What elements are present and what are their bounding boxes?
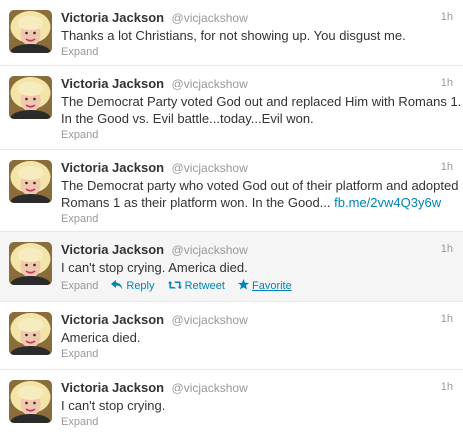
tweet-url-link[interactable]: fb.me/2vw4Q3y6w xyxy=(334,195,441,210)
tweet-text-line-with-link: Romans 1 as their platform won. In the G… xyxy=(61,194,453,211)
tweet-author-handle[interactable]: @vicjackshow xyxy=(172,381,248,395)
favorite-button[interactable]: Favorite xyxy=(237,279,292,292)
tweet-author-name[interactable]: Victoria Jackson xyxy=(61,10,164,25)
tweet-text-line: The Democrat Party voted God out and rep… xyxy=(61,94,462,109)
tweet-text-line: I can't stop crying. America died. xyxy=(61,260,248,275)
tweet[interactable]: Victoria Jackson @vicjackshow 1h America… xyxy=(0,302,463,370)
star-icon xyxy=(237,279,249,290)
tweet[interactable]: Victoria Jackson @vicjackshow 1h The Dem… xyxy=(0,150,463,232)
tweet-text-fragment: Romans 1 as their platform won. In the G… xyxy=(61,195,331,210)
expand-link[interactable]: Expand xyxy=(61,129,98,141)
tweet[interactable]: Victoria Jackson @vicjackshow 1h I can't… xyxy=(0,370,463,434)
tweet-text-line: America died. xyxy=(61,330,141,345)
avatar[interactable] xyxy=(9,10,52,53)
tweet-text-line: I can't stop crying. xyxy=(61,398,166,413)
tweet-timestamp[interactable]: 1h xyxy=(441,75,453,92)
retweet-icon xyxy=(167,281,182,289)
expand-link[interactable]: Expand xyxy=(61,348,98,360)
tweet-author-name[interactable]: Victoria Jackson xyxy=(61,160,164,175)
tweet-author-handle[interactable]: @vicjackshow xyxy=(172,243,248,257)
tweet-text-line: In the Good vs. Evil battle...today...Ev… xyxy=(61,111,314,126)
tweet-timestamp[interactable]: 1h xyxy=(441,159,453,176)
tweet-text-line: Thanks a lot Christians, for not showing… xyxy=(61,28,406,43)
tweet-timeline: Victoria Jackson @vicjackshow 1h Thanks … xyxy=(0,0,463,434)
avatar[interactable] xyxy=(9,242,52,285)
avatar[interactable] xyxy=(9,312,52,355)
expand-link[interactable]: Expand xyxy=(61,213,98,225)
expand-link[interactable]: Expand xyxy=(61,416,98,428)
tweet-author-name[interactable]: Victoria Jackson xyxy=(61,380,164,395)
tweet-author-name[interactable]: Victoria Jackson xyxy=(61,76,164,91)
tweet-text: I can't stop crying. xyxy=(61,397,453,414)
reply-arrow-icon xyxy=(111,280,123,290)
avatar[interactable] xyxy=(9,160,52,203)
tweet-author-name[interactable]: Victoria Jackson xyxy=(61,312,164,327)
tweet-text: Thanks a lot Christians, for not showing… xyxy=(61,27,453,44)
tweet-author-handle[interactable]: @vicjackshow xyxy=(172,11,248,25)
tweet-text: The Democrat party who voted God out of … xyxy=(61,177,459,211)
tweet-author-handle[interactable]: @vicjackshow xyxy=(172,77,248,91)
tweet-author-handle[interactable]: @vicjackshow xyxy=(172,161,248,175)
avatar[interactable] xyxy=(9,380,52,423)
tweet-timestamp[interactable]: 1h xyxy=(441,9,453,26)
tweet[interactable]: Victoria Jackson @vicjackshow 1h I can't… xyxy=(0,232,463,302)
tweet-author-name[interactable]: Victoria Jackson xyxy=(61,242,164,257)
retweet-button[interactable]: Retweet xyxy=(167,280,228,292)
retweet-label: Retweet xyxy=(184,280,225,292)
tweet-timestamp[interactable]: 1h xyxy=(441,241,453,258)
tweet-author-handle[interactable]: @vicjackshow xyxy=(172,313,248,327)
reply-button[interactable]: Reply xyxy=(111,280,157,292)
tweet-text: I can't stop crying. America died. xyxy=(61,259,453,276)
tweet[interactable]: Victoria Jackson @vicjackshow 1h Thanks … xyxy=(0,0,463,66)
tweet[interactable]: Victoria Jackson @vicjackshow 1h The Dem… xyxy=(0,66,463,150)
tweet-timestamp[interactable]: 1h xyxy=(441,379,453,396)
tweet-timestamp[interactable]: 1h xyxy=(441,311,453,328)
tweet-text: The Democrat Party voted God out and rep… xyxy=(61,93,462,127)
reply-label: Reply xyxy=(126,280,155,292)
tweet-text-line: The Democrat party who voted God out of … xyxy=(61,178,459,193)
expand-link[interactable]: Expand xyxy=(61,46,98,58)
avatar[interactable] xyxy=(9,76,52,119)
tweet-text: America died. xyxy=(61,329,453,346)
favorite-label: Favorite xyxy=(251,280,292,292)
expand-link[interactable]: Expand xyxy=(61,280,98,292)
